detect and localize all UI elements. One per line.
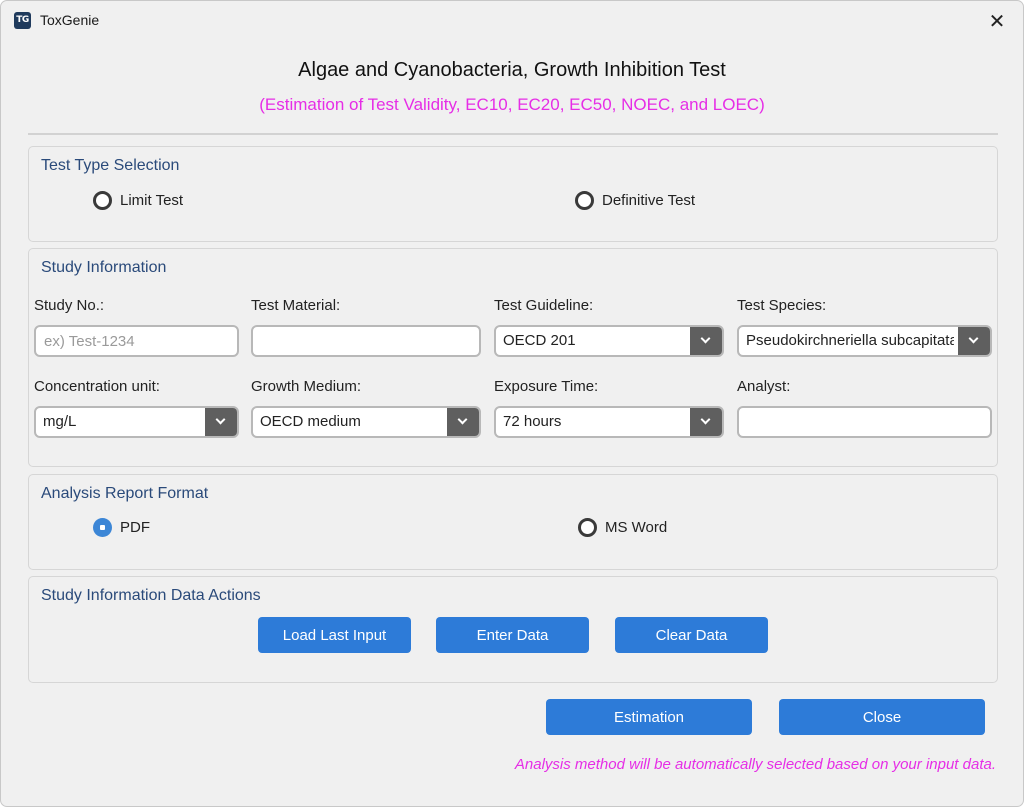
data-actions-group: Study Information Data Actions Load Last… — [28, 576, 998, 683]
concentration-unit-select[interactable]: mg/L — [34, 406, 239, 438]
growth-medium-value: OECD medium — [260, 413, 361, 430]
chevron-down-icon — [968, 333, 979, 344]
test-species-select[interactable]: Pseudokirchneriella subcapitata — [737, 325, 992, 357]
window-title: ToxGenie — [40, 12, 100, 28]
close-icon[interactable]: ✕ — [983, 7, 1011, 35]
test-type-group: Test Type Selection Limit Test Definitiv… — [28, 146, 998, 242]
study-no-input[interactable] — [34, 325, 239, 357]
ms-word-label: MS Word — [605, 519, 668, 536]
radio-unchecked-icon — [578, 518, 597, 537]
analysis-method-note: Analysis method will be automatically se… — [514, 756, 996, 773]
app-window: TG ToxGenie ✕ Algae and Cyanobacteria, G… — [0, 0, 1024, 807]
pdf-label: PDF — [120, 519, 150, 536]
dropdown-button[interactable] — [958, 327, 990, 355]
chevron-down-icon — [700, 333, 711, 344]
close-button[interactable]: Close — [779, 699, 985, 735]
data-actions-title: Study Information Data Actions — [41, 587, 261, 604]
exposure-time-label: Exposure Time: — [494, 378, 599, 395]
page-subtitle: (Estimation of Test Validity, EC10, EC20… — [259, 95, 765, 114]
report-format-title: Analysis Report Format — [41, 485, 209, 502]
app-logo-icon: TG — [14, 12, 31, 29]
test-species-label: Test Species: — [737, 297, 827, 314]
dropdown-button[interactable] — [690, 408, 722, 436]
radio-unchecked-icon — [93, 191, 112, 210]
chevron-down-icon — [700, 414, 711, 425]
enter-data-button[interactable]: Enter Data — [436, 617, 589, 653]
test-guideline-select[interactable]: OECD 201 — [494, 325, 724, 357]
test-material-input[interactable] — [251, 325, 481, 357]
dropdown-button[interactable] — [447, 408, 479, 436]
exposure-time-select[interactable]: 72 hours — [494, 406, 724, 438]
test-species-value: Pseudokirchneriella subcapitata — [746, 332, 954, 349]
limit-test-radio[interactable]: Limit Test — [93, 191, 183, 210]
dropdown-button[interactable] — [690, 327, 722, 355]
ms-word-radio[interactable]: MS Word — [578, 518, 667, 537]
chevron-down-icon — [457, 414, 468, 425]
definitive-test-radio[interactable]: Definitive Test — [575, 191, 695, 210]
growth-medium-select[interactable]: OECD medium — [251, 406, 481, 438]
page-title: Algae and Cyanobacteria, Growth Inhibiti… — [298, 59, 726, 81]
estimation-button[interactable]: Estimation — [546, 699, 752, 735]
report-format-group: Analysis Report Format PDF MS Word — [28, 474, 998, 570]
title-bar: TG ToxGenie ✕ — [1, 1, 1023, 41]
header-divider — [28, 133, 998, 135]
limit-test-label: Limit Test — [120, 192, 184, 209]
study-no-label: Study No.: — [34, 297, 105, 314]
test-guideline-label: Test Guideline: — [494, 297, 594, 314]
definitive-test-label: Definitive Test — [602, 192, 696, 209]
radio-unchecked-icon — [575, 191, 594, 210]
concentration-unit-value: mg/L — [43, 413, 77, 430]
analyst-input[interactable] — [737, 406, 992, 438]
test-guideline-value: OECD 201 — [503, 332, 576, 349]
dropdown-button[interactable] — [205, 408, 237, 436]
pdf-radio[interactable]: PDF — [93, 518, 150, 537]
study-information-group: Study Information Study No.: Test Materi… — [28, 248, 998, 467]
chevron-down-icon — [215, 414, 226, 425]
test-material-label: Test Material: — [251, 297, 341, 314]
radio-checked-icon — [93, 518, 112, 537]
study-information-title: Study Information — [41, 259, 167, 276]
concentration-unit-label: Concentration unit: — [34, 378, 160, 395]
growth-medium-label: Growth Medium: — [251, 378, 362, 395]
analyst-label: Analyst: — [737, 378, 791, 395]
exposure-time-value: 72 hours — [503, 413, 562, 430]
clear-data-button[interactable]: Clear Data — [615, 617, 768, 653]
test-type-title: Test Type Selection — [41, 157, 180, 174]
load-last-input-button[interactable]: Load Last Input — [258, 617, 411, 653]
